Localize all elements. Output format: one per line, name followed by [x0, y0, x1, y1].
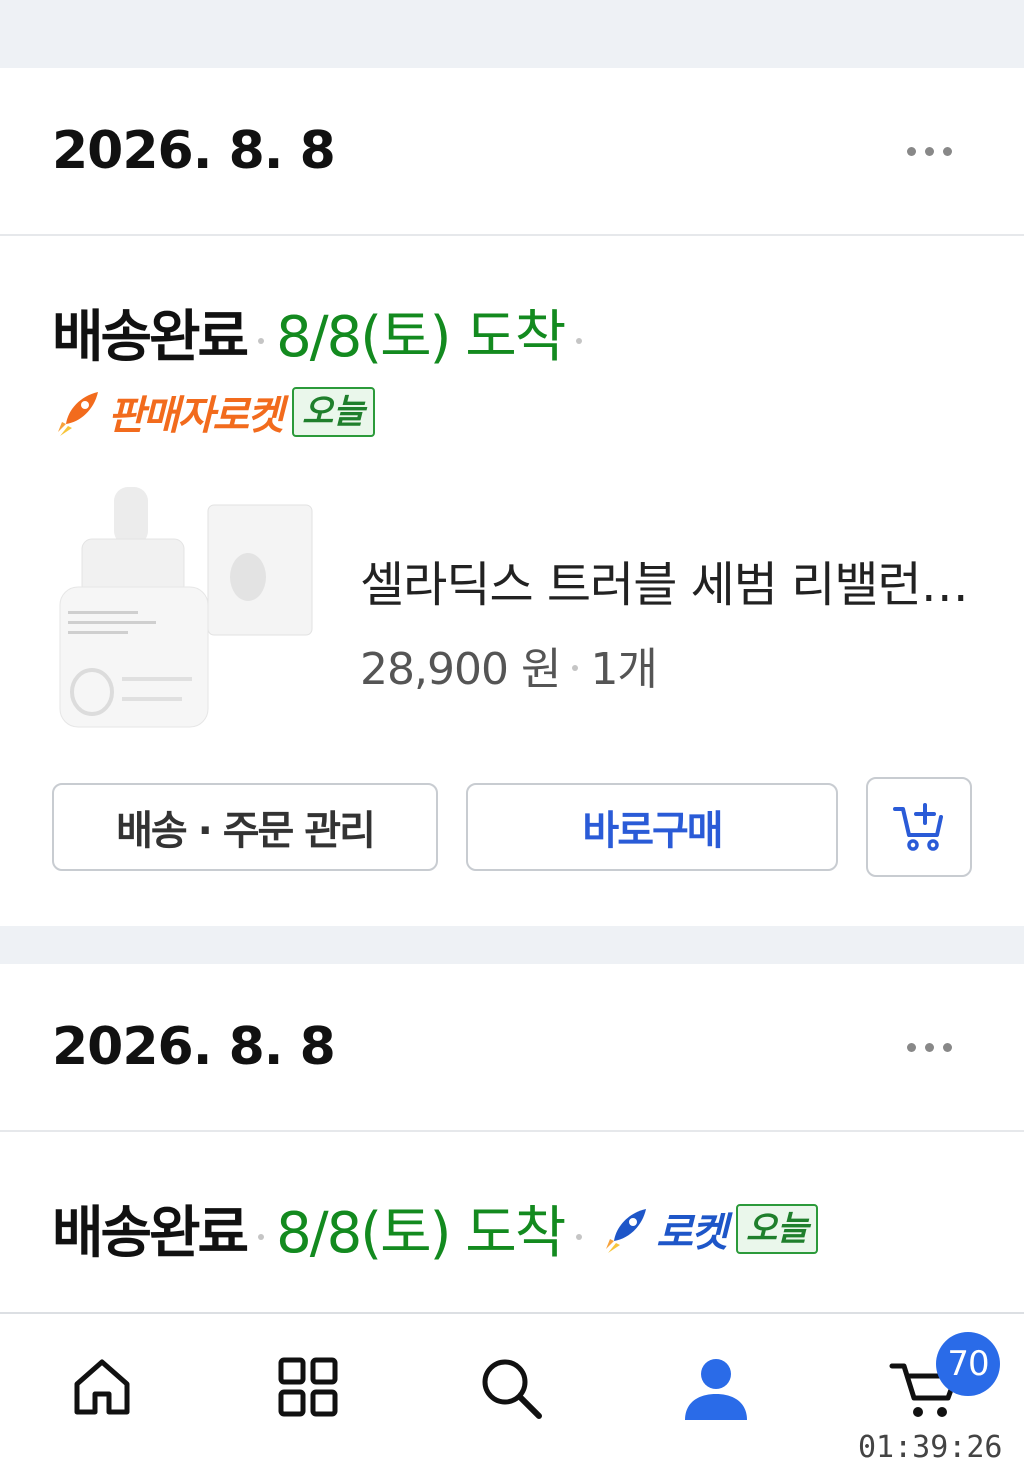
today-tag: 오늘	[735, 1203, 819, 1254]
order-header: 2026. 8. 8	[0, 68, 1024, 236]
cart-count-badge: 70	[936, 1332, 1000, 1396]
search-icon	[482, 1359, 542, 1419]
rocket-badge: 로켓	[600, 1200, 728, 1258]
delivery-status: 배송완료	[52, 305, 249, 370]
product-image[interactable]	[52, 487, 322, 737]
add-to-cart-icon	[893, 803, 943, 851]
order-header: 2026. 8. 8	[0, 964, 1024, 1132]
separator-dot	[258, 337, 265, 344]
ampoule-bottle-image	[59, 487, 313, 728]
product-row[interactable]: 셀라딕스 트러블 세범 리밸런싱 앰플 28,900 원 1개	[52, 487, 1024, 737]
add-to-cart-button[interactable]	[866, 777, 972, 877]
more-options-icon[interactable]	[907, 1042, 952, 1052]
delivery-status-row: 배송완료 8/8(토) 도착	[0, 292, 1024, 373]
delivery-status: 배송완료	[52, 1201, 249, 1266]
rocket-icon	[58, 392, 98, 436]
delivery-type-label: 로켓	[656, 1209, 728, 1256]
order-card: 2026. 8. 8 배송완료 8/8(토) 도착 판매자로켓 오늘 셀라딕스 …	[0, 68, 1024, 926]
nav-category[interactable]	[258, 1354, 358, 1444]
arrival-date: 8/8(토) 도착	[276, 305, 566, 370]
product-price: 28,900 원	[360, 644, 561, 695]
product-info: 셀라딕스 트러블 세범 리밸런싱 앰플 28,900 원 1개	[360, 487, 970, 697]
more-options-icon[interactable]	[907, 146, 952, 156]
nav-search[interactable]	[462, 1354, 562, 1444]
product-name[interactable]: 셀라딕스 트러블 세범 리밸런싱 앰플	[360, 545, 970, 615]
today-tag: 오늘	[292, 387, 375, 437]
my-page-icon	[685, 1359, 747, 1420]
delivery-order-manage-button[interactable]: 배송 · 주문 관리	[52, 783, 438, 871]
category-icon	[278, 1357, 338, 1417]
order-list-page: 2026. 8. 8 배송완료 8/8(토) 도착 판매자로켓 오늘 셀라딕스 …	[0, 0, 1024, 1478]
order-date: 2026. 8. 8	[52, 121, 336, 181]
product-meta: 28,900 원 1개	[360, 633, 970, 697]
separator-dot	[258, 1233, 265, 1240]
separator-dot	[576, 1233, 583, 1240]
rocket-icon	[606, 1208, 647, 1253]
buy-now-button[interactable]: 바로구매	[466, 783, 838, 871]
separator-dot	[572, 665, 579, 671]
product-quantity: 1개	[590, 644, 657, 695]
nav-my-page[interactable]	[666, 1354, 766, 1444]
delivery-badge-row: 판매자로켓 오늘	[52, 383, 1024, 441]
arrival-date: 8/8(토) 도착	[276, 1201, 566, 1266]
nav-home[interactable]	[52, 1354, 152, 1444]
status-clock: 01:39:26	[858, 1430, 1003, 1465]
seller-rocket-badge: 판매자로켓	[52, 383, 284, 441]
delivery-status-row: 배송완료 8/8(토) 도착 로켓 오늘	[0, 1188, 1024, 1269]
order-date: 2026. 8. 8	[52, 1017, 336, 1077]
order-actions: 배송 · 주문 관리 바로구매	[52, 777, 1024, 877]
delivery-type-label: 판매자로켓	[108, 393, 284, 439]
order-card: 2026. 8. 8 배송완료 8/8(토) 도착 로켓 오늘	[0, 964, 1024, 1324]
home-icon	[74, 1359, 130, 1415]
separator-dot	[576, 337, 583, 344]
